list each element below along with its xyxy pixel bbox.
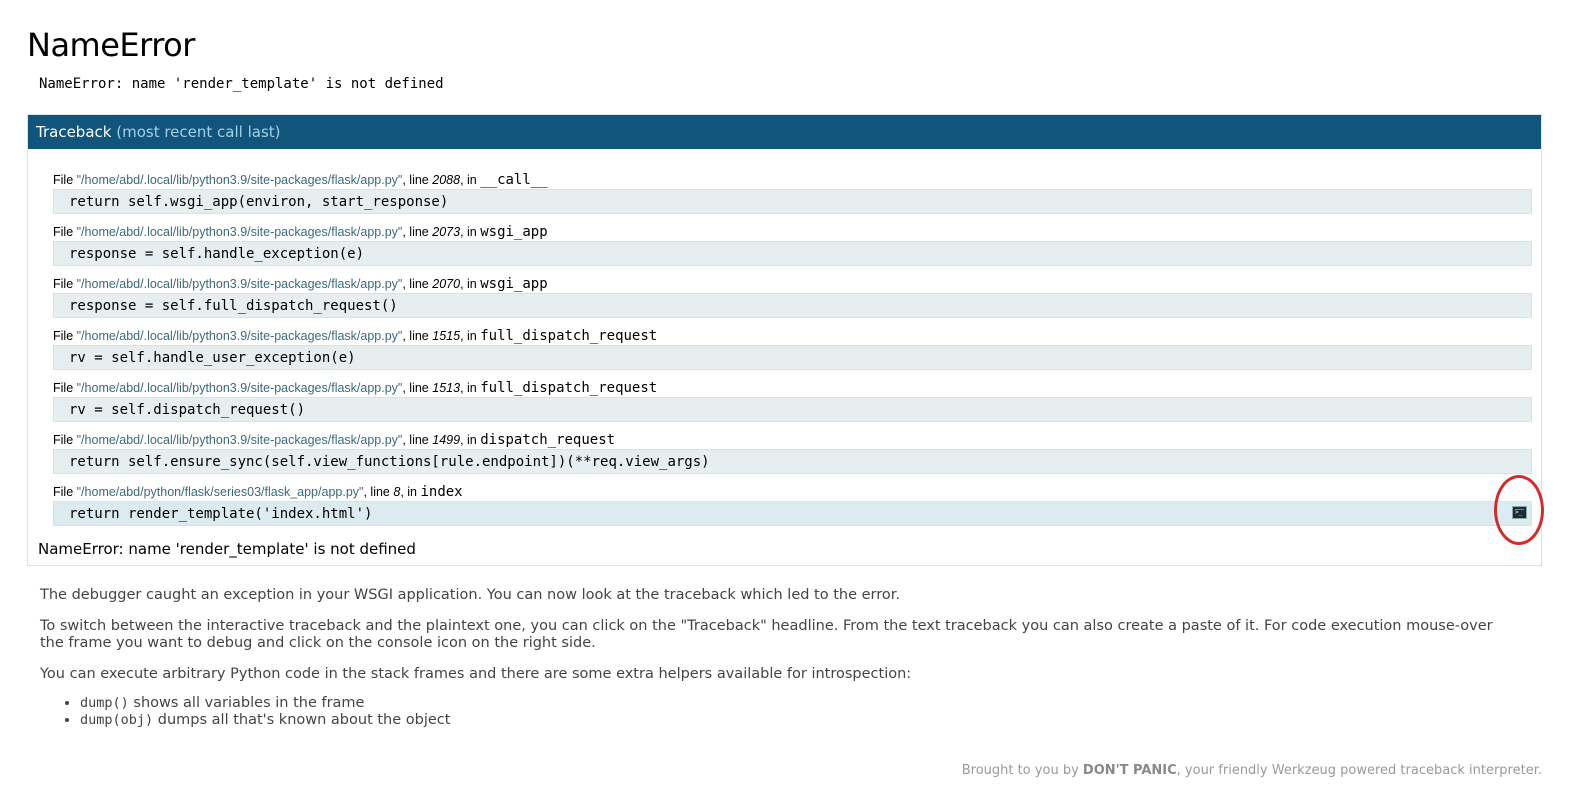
frame-filename: "/home/abd/.local/lib/python3.9/site-pac…	[76, 277, 403, 291]
frame-filename: "/home/abd/.local/lib/python3.9/site-pac…	[76, 381, 403, 395]
traceback-headline[interactable]: Traceback (most recent call last)	[28, 115, 1541, 149]
frame-location: File "/home/abd/.local/lib/python3.9/sit…	[53, 224, 548, 240]
frame-filename: "/home/abd/.local/lib/python3.9/site-pac…	[76, 433, 403, 447]
footer-brand: DON'T PANIC	[1082, 763, 1177, 778]
frame-lineno: 2073	[432, 225, 461, 239]
frame-code[interactable]: rv = self.handle_user_exception(e)	[53, 345, 1532, 370]
list-item: dump() shows all variables in the frame	[80, 695, 1520, 712]
frame-code[interactable]: response = self.handle_exception(e)	[53, 241, 1532, 266]
frame-filename: "/home/abd/.local/lib/python3.9/site-pac…	[76, 329, 403, 343]
helper-code: dump()	[80, 695, 129, 711]
frame-filename: "/home/abd/python/flask/series03/flask_a…	[76, 485, 364, 499]
frame-location: File "/home/abd/python/flask/series03/fl…	[53, 484, 463, 500]
frame-location: File "/home/abd/.local/lib/python3.9/sit…	[53, 380, 658, 396]
frame-function: full_dispatch_request	[480, 380, 658, 396]
page-title: NameError	[27, 26, 195, 64]
frame-location: File "/home/abd/.local/lib/python3.9/sit…	[53, 276, 548, 292]
frame-function: index	[420, 484, 463, 500]
frame-code[interactable]: return render_template('index.html') >_	[53, 501, 1532, 526]
frame-code-text: return render_template('index.html')	[69, 506, 373, 522]
frame[interactable]: File "/home/abd/.local/lib/python3.9/sit…	[53, 431, 1532, 483]
frame-function: full_dispatch_request	[480, 328, 658, 344]
traceback-panel: Traceback (most recent call last) File "…	[27, 114, 1542, 566]
helper-code: dump(obj)	[80, 712, 154, 728]
traceback-heading: Traceback	[36, 123, 112, 141]
frame-code[interactable]: response = self.full_dispatch_request()	[53, 293, 1532, 318]
frame[interactable]: File "/home/abd/.local/lib/python3.9/sit…	[53, 275, 1532, 327]
frame-code[interactable]: rv = self.dispatch_request()	[53, 397, 1532, 422]
frame[interactable]: File "/home/abd/.local/lib/python3.9/sit…	[53, 171, 1532, 223]
frame-filename: "/home/abd/.local/lib/python3.9/site-pac…	[76, 225, 403, 239]
frame[interactable]: File "/home/abd/.local/lib/python3.9/sit…	[53, 327, 1532, 379]
frame-lineno: 1515	[432, 329, 461, 343]
exception-line: NameError: name 'render_template' is not…	[38, 540, 416, 558]
footer: Brought to you by DON'T PANIC, your frie…	[961, 763, 1542, 778]
frame-lineno: 1513	[432, 381, 461, 395]
traceback-heading-sub: (most recent call last)	[116, 123, 281, 141]
frame-code[interactable]: return self.ensure_sync(self.view_functi…	[53, 449, 1532, 474]
explanation-p2: To switch between the interactive traceb…	[40, 618, 1493, 651]
explanation-p3: You can execute arbitrary Python code in…	[40, 666, 912, 682]
helper-list: dump() shows all variables in the frame …	[40, 695, 1520, 729]
frame-function: wsgi_app	[480, 276, 548, 292]
frame-function: wsgi_app	[480, 224, 548, 240]
explanation-p1: The debugger caught an exception in your…	[40, 587, 901, 603]
frame-lineno: 2070	[432, 277, 461, 291]
frame-function: dispatch_request	[480, 432, 616, 448]
frame[interactable]: File "/home/abd/python/flask/series03/fl…	[53, 483, 1532, 535]
explanation: The debugger caught an exception in your…	[40, 587, 1520, 729]
frame-filename: "/home/abd/.local/lib/python3.9/site-pac…	[76, 173, 403, 187]
frame-list: File "/home/abd/.local/lib/python3.9/sit…	[53, 171, 1532, 535]
frame-lineno: 2088	[432, 173, 461, 187]
highlight-annotation	[1494, 475, 1544, 545]
frame-function: __call__	[480, 172, 548, 188]
frame-location: File "/home/abd/.local/lib/python3.9/sit…	[53, 432, 616, 448]
frame[interactable]: File "/home/abd/.local/lib/python3.9/sit…	[53, 223, 1532, 275]
frame-code[interactable]: return self.wsgi_app(environ, start_resp…	[53, 189, 1532, 214]
frame-lineno: 1499	[432, 433, 461, 447]
frame-location: File "/home/abd/.local/lib/python3.9/sit…	[53, 172, 548, 188]
error-message: NameError: name 'render_template' is not…	[39, 76, 444, 92]
list-item: dump(obj) dumps all that's known about t…	[80, 712, 1520, 729]
frame-location: File "/home/abd/.local/lib/python3.9/sit…	[53, 328, 658, 344]
frame[interactable]: File "/home/abd/.local/lib/python3.9/sit…	[53, 379, 1532, 431]
